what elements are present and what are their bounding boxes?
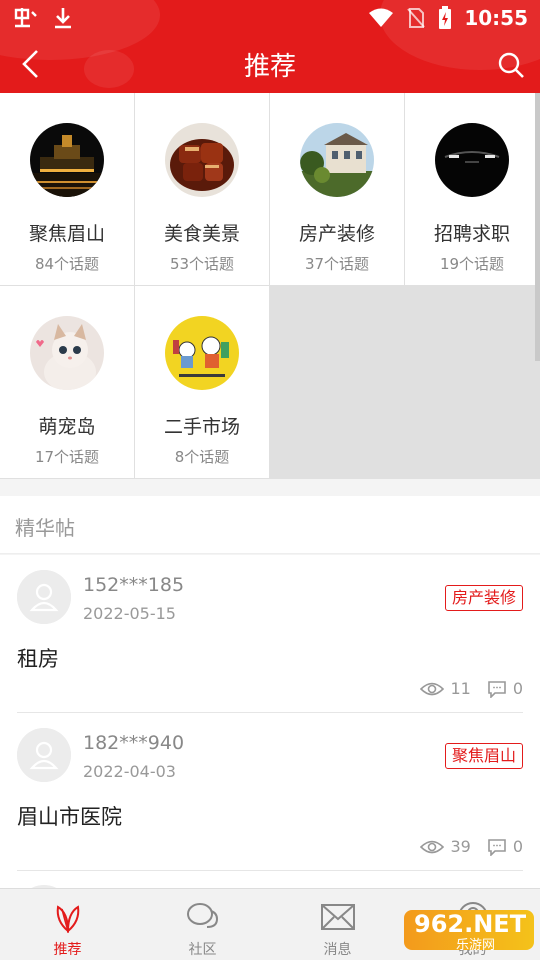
post-comments: 0 [512, 679, 523, 698]
category-item[interactable]: 聚焦眉山 84个话题 [0, 93, 134, 285]
post-username: 182***940 [83, 732, 185, 754]
post-card[interactable]: 182***940 2022-04-03 聚焦眉山 眉山市医院 39 0 [0, 713, 540, 871]
status-time: 10:55 [464, 6, 528, 30]
app-root: 10:55 推荐 聚焦眉山 84个话题 美食美景 53个话题 房产装修 37个话… [0, 0, 540, 960]
scrollbar[interactable] [535, 93, 540, 361]
user-avatar-icon [17, 728, 71, 782]
category-item[interactable]: 美食美景 53个话题 [135, 93, 269, 285]
header: 10:55 推荐 [0, 0, 540, 93]
status-left [12, 6, 74, 30]
title-bar: 推荐 [0, 36, 540, 93]
watermark-subtitle: 乐游网 [456, 938, 496, 953]
night-city-icon [30, 123, 104, 197]
nav-label: 社区 [188, 942, 217, 958]
envelope-icon [320, 904, 355, 930]
comment-icon [488, 838, 506, 856]
category-count: 8个话题 [174, 448, 230, 466]
post-title: 眉山市医院 [17, 805, 122, 829]
category-item[interactable]: 二手市场 8个话题 [135, 286, 269, 478]
category-count: 37个话题 [304, 255, 370, 273]
cartoon-market-icon [165, 316, 239, 390]
battery-icon [439, 6, 452, 29]
category-item[interactable]: 房产装修 37个话题 [270, 93, 404, 285]
post-date: 2022-04-03 [83, 762, 176, 781]
post-username: 152***185 [83, 574, 185, 596]
eye-icon [420, 840, 445, 853]
download-icon [55, 8, 71, 29]
kitten-icon [30, 316, 104, 390]
post-title: 租房 [17, 647, 59, 671]
comment-icon [488, 680, 506, 698]
status-right: 10:55 [368, 6, 528, 30]
category-grid: 聚焦眉山 84个话题 美食美景 53个话题 房产装修 37个话题 招聘求职 19… [0, 93, 540, 479]
page-title: 推荐 [243, 52, 296, 82]
category-name: 聚焦眉山 [28, 223, 105, 245]
post-stats: 11 0 [420, 679, 523, 698]
nav-label: 推荐 [53, 942, 82, 958]
nav-tab-messages[interactable]: 消息 [270, 889, 405, 960]
user-avatar-icon [17, 570, 71, 624]
category-name: 萌宠岛 [38, 416, 96, 438]
post-stats: 39 0 [420, 837, 523, 856]
category-name: 美食美景 [163, 223, 240, 245]
nav-tab-recommend[interactable]: 推荐 [0, 889, 135, 960]
wifi-icon [369, 8, 394, 27]
category-count: 19个话题 [439, 255, 505, 273]
featured-section-header: 精华帖 [0, 496, 540, 554]
category-item[interactable]: 萌宠岛 17个话题 [0, 286, 134, 478]
villa-icon [300, 123, 374, 197]
search-button[interactable] [494, 48, 528, 82]
nav-label: 消息 [323, 942, 352, 958]
post-card[interactable]: 152***185 2022-05-15 房产装修 租房 11 0 [0, 555, 540, 713]
watermark-logo: 962.NET 乐游网 [404, 904, 534, 956]
search-icon [498, 52, 524, 78]
post-comments: 0 [512, 837, 523, 856]
category-count: 53个话题 [169, 255, 235, 273]
category-item[interactable]: 招聘求职 19个话题 [405, 93, 539, 285]
post-tag[interactable]: 聚焦眉山 [444, 743, 523, 769]
post-views: 39 [450, 837, 471, 856]
braised-pork-icon [165, 123, 239, 197]
post-views: 11 [450, 679, 471, 698]
eye-icon [420, 682, 445, 695]
category-count: 84个话题 [34, 255, 100, 273]
post-tag[interactable]: 房产装修 [444, 585, 523, 611]
status-bar: 10:55 [0, 0, 540, 36]
leaf-icon [56, 905, 79, 934]
nav-tab-community[interactable]: 社区 [135, 889, 270, 960]
category-name: 房产装修 [298, 223, 375, 245]
category-count: 17个话题 [34, 448, 100, 466]
no-sim-icon [407, 8, 426, 28]
chat-bubbles-icon [186, 903, 218, 928]
post-date: 2022-05-15 [83, 604, 176, 623]
app-notification-icon [14, 8, 37, 28]
featured-title: 精华帖 [15, 516, 75, 540]
category-name: 二手市场 [163, 416, 240, 438]
category-name: 招聘求职 [433, 223, 510, 245]
dark-car-icon [435, 123, 509, 197]
